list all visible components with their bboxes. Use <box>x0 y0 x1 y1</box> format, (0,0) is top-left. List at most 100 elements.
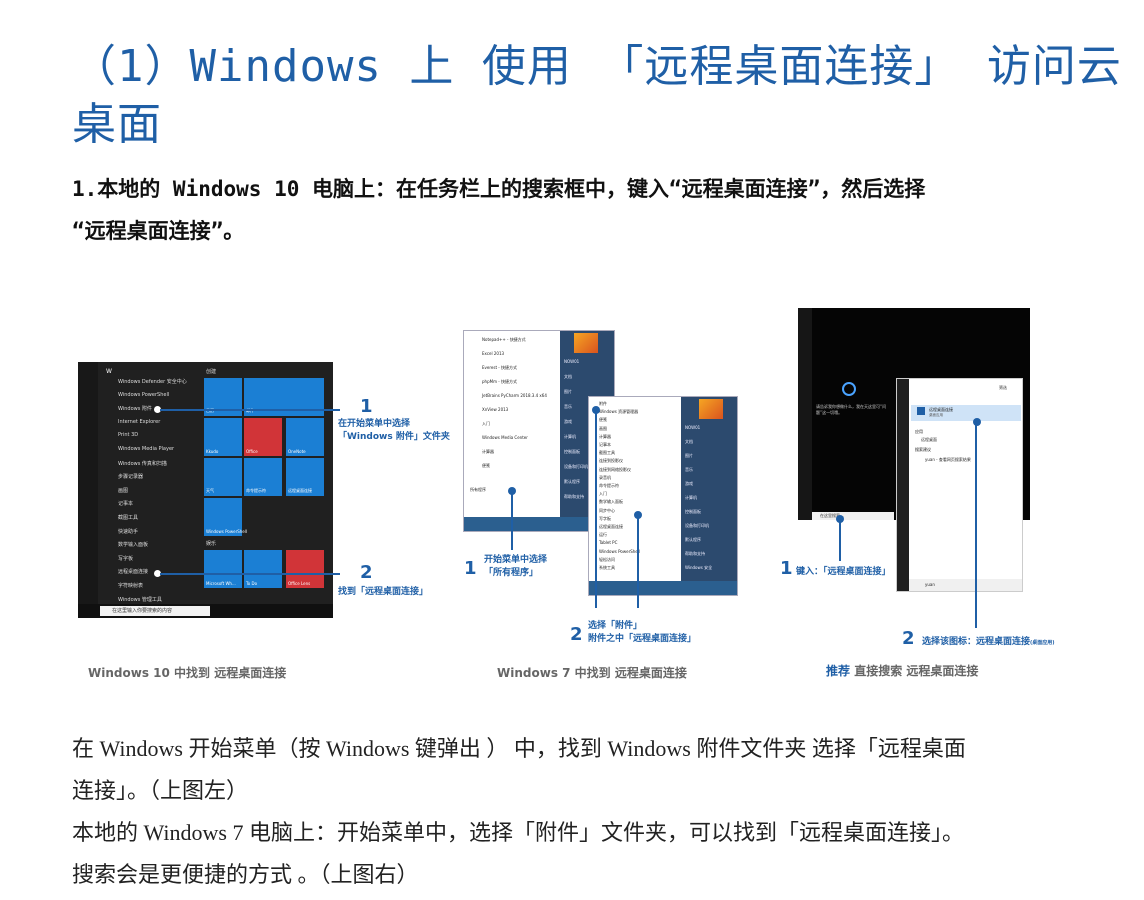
win7-right-item[interactable]: 控制面板 <box>564 449 580 455</box>
win10-menu-item[interactable]: Print 3D <box>118 432 138 438</box>
win7-right-item[interactable]: 文档 <box>564 374 572 380</box>
win10-menu-item[interactable]: 字符映射表 <box>118 582 143 589</box>
win7-accessory-item[interactable]: 画图 <box>599 426 607 432</box>
win7-accessory-item[interactable]: 截图工具 <box>599 450 615 456</box>
win10-menu-item[interactable]: 画图 <box>118 487 128 494</box>
win7-program-item[interactable]: Everest - 快捷方式 <box>482 365 517 371</box>
win10-menu-item[interactable]: 截图工具 <box>118 514 138 521</box>
win7-right-item[interactable]: 设备和打印机 <box>685 523 709 529</box>
win7-accessory-item[interactable]: Windows 资源管理器 <box>599 409 638 415</box>
win7-right-item[interactable]: 图片 <box>564 389 572 395</box>
win7-program-item[interactable]: phpMm - 快捷方式 <box>482 379 517 385</box>
callout-line: 在开始菜单中选择 <box>338 419 411 429</box>
win10-callout-2-text: 找到「远程桌面连接」 <box>338 587 429 597</box>
win10-menu-item[interactable]: 记事本 <box>118 500 133 507</box>
win7-program-item[interactable]: JetBrains PyCharm 2018.3.4 x64 <box>482 393 547 398</box>
search-results-screenshot: 筛选 远程桌面连接 桌面应用 应用 远程桌面 搜索建议 yuan - 查看网页搜… <box>896 378 1023 592</box>
paragraph-line: 连接」。（上图左） <box>72 778 249 803</box>
win10-menu-item[interactable]: Windows PowerShell <box>118 392 169 398</box>
callout-line: 「所有程序」 <box>484 568 539 578</box>
win7-accessory-item[interactable]: 便笺 <box>599 417 607 423</box>
win7-program-item[interactable]: 计算器 <box>482 449 494 455</box>
win7-accessory-item[interactable]: 轻松访问 <box>599 557 615 563</box>
win10-tile[interactable]: To Do <box>244 550 282 588</box>
win7-accessory-item[interactable]: 连接到网络投影仪 <box>599 467 631 473</box>
paragraph-win10: 在 Windows 开始菜单（按 Windows 键弹出 ） 中，找到 Wind… <box>72 728 1112 812</box>
win7-accessory-item[interactable]: 连接到投影仪 <box>599 458 623 464</box>
step-1-instruction: 1.本地的 Windows 10 电脑上：在任务栏上的搜索框中，键入“远程桌面连… <box>72 168 1102 252</box>
win10-tile[interactable]: Office Lens <box>286 550 324 588</box>
win10-tile[interactable]: OneNote <box>286 418 324 456</box>
win7-accessories-list: 附件 Windows 资源管理器 便笺画图计算器记事本截图工具连接到投影仪连接到网络… <box>589 397 681 581</box>
win10-menu-item[interactable]: 写字板 <box>118 555 133 562</box>
win10-menu-item[interactable]: Windows Defender 安全中心 <box>118 378 187 385</box>
win7-right-item[interactable]: 游戏 <box>564 419 572 425</box>
win10-menu-item[interactable]: 远程桌面连接 <box>118 568 148 575</box>
win10-menu-item[interactable]: 快速助手 <box>118 528 138 535</box>
win7-accessory-item[interactable]: Tablet PC <box>599 540 617 545</box>
win10-tile-label: 命令提示符 <box>246 488 266 493</box>
heading-line-2: 桌面 <box>72 99 162 150</box>
win7-program-item[interactable]: Windows Media Center <box>482 435 528 440</box>
win7-right-item[interactable]: 图片 <box>685 453 693 459</box>
win10-tile-label: 天气 <box>206 488 214 493</box>
win7-accessory-item[interactable]: 远程桌面连接 <box>599 524 623 530</box>
win7-right-item[interactable]: 控制面板 <box>685 509 701 515</box>
win7-program-item[interactable]: Notepad++ - 快捷方式 <box>482 337 526 343</box>
win7-right-item[interactable]: 游戏 <box>685 481 693 487</box>
win7-accessory-item[interactable]: 录音机 <box>599 475 611 481</box>
win7-accessory-item[interactable]: 数学输入面板 <box>599 499 623 505</box>
win7-program-item[interactable]: 便笺 <box>482 463 490 469</box>
win7-accessory-item[interactable]: 附件 <box>599 401 607 407</box>
win7-program-item[interactable]: 入门 <box>482 421 490 427</box>
win7-accessory-item[interactable]: 记事本 <box>599 442 611 448</box>
win7-accessory-item[interactable]: 写字板 <box>599 516 611 522</box>
win7-accessory-item[interactable]: 入门 <box>599 491 607 497</box>
search-callout-2-text: 选择该图标：远程桌面连接(桌面应用) <box>922 636 1055 650</box>
win7-right-item[interactable]: 文档 <box>685 439 693 445</box>
win10-menu-item[interactable]: 数学输入面板 <box>118 541 148 548</box>
win10-tile-label: 远程桌面连接 <box>288 488 312 493</box>
win10-tile[interactable]: 天气 <box>204 458 242 496</box>
win7-right-item[interactable]: 计算机 <box>564 434 576 440</box>
win7-right-item[interactable]: 默认程序 <box>685 537 701 543</box>
win10-tile[interactable]: Office <box>244 418 282 456</box>
win7-caption: Windows 7 中找到 远程桌面连接 <box>497 666 687 680</box>
win7-right-item[interactable]: 默认程序 <box>564 479 580 485</box>
win10-menu-item[interactable]: Windows Media Player <box>118 446 174 452</box>
win10-menu-item[interactable]: Windows 管理工具 <box>118 596 162 603</box>
win10-menu-item[interactable]: Windows 附件 <box>118 405 152 412</box>
win10-menu-item[interactable]: Windows 传真和扫描 <box>118 460 167 467</box>
win7-right-item[interactable]: 音乐 <box>685 467 693 473</box>
win7-program-item[interactable]: XnView 2013 <box>482 407 508 412</box>
win7-accessory-item[interactable]: Windows PowerShell <box>599 549 640 554</box>
win10-tile[interactable]: 远程桌面连接 <box>286 458 324 496</box>
win7-accessory-item[interactable]: 命令提示符 <box>599 483 619 489</box>
win7-program-item[interactable]: Excel 2013 <box>482 351 504 356</box>
win10-tile[interactable]: Kkudo <box>204 418 242 456</box>
win7-accessory-item[interactable]: 运行 <box>599 532 607 538</box>
win7-right-item[interactable]: 帮助和支持 <box>685 551 705 557</box>
win7-right-item[interactable]: NOW01 <box>685 425 700 430</box>
win7-right-item[interactable]: Windows 安全 <box>685 565 712 571</box>
paragraph-line: 在 Windows 开始菜单（按 Windows 键弹出 ） 中，找到 Wind… <box>72 736 966 761</box>
win10-tile[interactable]: Windows PowerShell <box>204 498 247 536</box>
win10-menu-item[interactable]: 步骤记录器 <box>118 473 143 480</box>
win7-right-item[interactable]: 帮助和支持 <box>564 494 584 500</box>
win7-accessory-item[interactable]: 同步中心 <box>599 508 615 514</box>
paragraph-line: 搜索会是更便捷的方式 。（上图右） <box>72 862 419 887</box>
search-query-box[interactable]: yuan <box>909 579 1022 591</box>
win7-right-item[interactable]: 音乐 <box>564 404 572 410</box>
win10-tile[interactable]: Microsoft Wh... <box>204 550 242 588</box>
win7-right-item[interactable]: 设备和打印机 <box>564 464 588 470</box>
win7-right-item[interactable]: 计算机 <box>685 495 697 501</box>
win7-accessory-item[interactable]: 系统工具 <box>599 565 615 571</box>
win10-tile-label: To Do <box>246 581 258 586</box>
win10-menu-item[interactable]: Internet Explorer <box>118 419 160 425</box>
win7-right-item[interactable]: NOW01 <box>564 359 579 364</box>
step-1-line-2: “远程桌面连接”。 <box>72 219 245 243</box>
search-caption-strong: 推荐 <box>826 664 851 678</box>
win10-tile[interactable]: 命令提示符 <box>244 458 282 496</box>
win7-accessory-item[interactable]: 计算器 <box>599 434 611 440</box>
win10-tile-label: OneNote <box>288 449 306 454</box>
